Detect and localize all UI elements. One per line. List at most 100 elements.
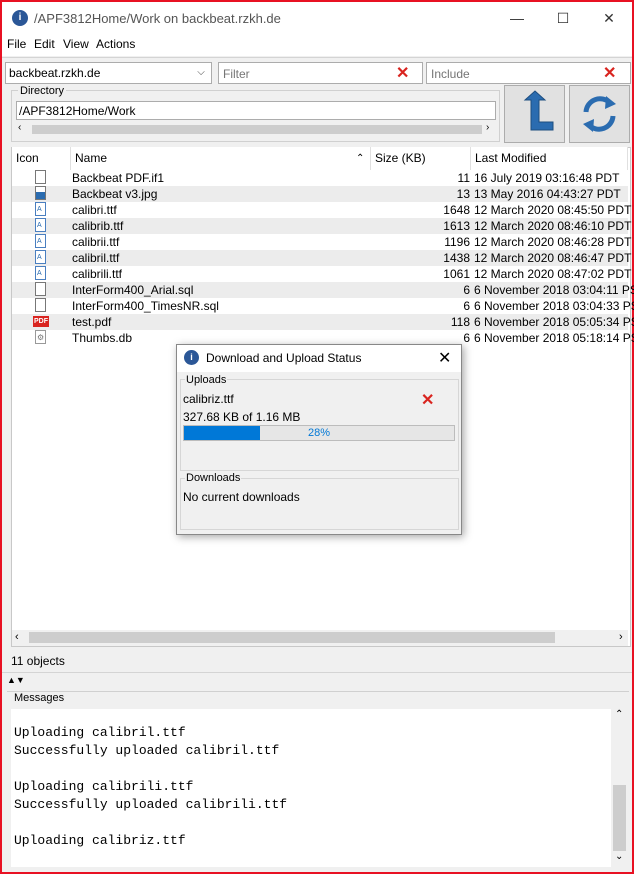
file-modified: 12 March 2020 08:45:50 PDT	[474, 203, 632, 217]
directory-scrollbar[interactable]: ‹ ›	[16, 122, 496, 136]
scroll-thumb[interactable]	[29, 632, 555, 643]
table-row[interactable]: Acalibril.ttf 1438 12 March 2020 08:46:47 …	[12, 250, 632, 266]
uploads-label: Uploads	[185, 374, 228, 386]
column-header-icon[interactable]: Icon	[12, 147, 71, 170]
file-modified: 6 November 2018 03:04:11 PST	[474, 283, 634, 297]
host-select-value: backbeat.rzkh.de	[9, 66, 101, 80]
message-line: Uploading calibrili.ttf	[14, 779, 194, 794]
file-name: calibrili.ttf	[72, 267, 123, 281]
scroll-down-icon[interactable]: ⌄	[615, 851, 623, 862]
object-count: 11 objects	[11, 654, 65, 668]
parent-directory-button[interactable]	[504, 85, 565, 143]
file-name: InterForm400_TimesNR.sql	[72, 299, 219, 313]
scroll-right-icon[interactable]: ›	[486, 122, 489, 133]
file-size: 118	[450, 315, 470, 329]
table-row[interactable]: InterForm400_Arial.sql 6 6 November 2018 0…	[12, 282, 634, 298]
scroll-left-icon[interactable]: ‹	[15, 631, 19, 643]
file-name: Backbeat v3.jpg	[72, 187, 158, 201]
downloads-status: No current downloads	[183, 490, 300, 504]
close-window-button[interactable]: ✕	[586, 2, 632, 34]
file-size: 1648	[443, 203, 470, 217]
divider	[2, 672, 632, 673]
menu-view[interactable]: View	[63, 37, 89, 51]
table-row[interactable]: Acalibri.ttf 1648 12 March 2020 08:45:50 P…	[12, 202, 632, 218]
system-file-icon: ⚙	[35, 330, 46, 344]
chevron-down-icon[interactable]: ⌵	[191, 63, 211, 83]
menu-file[interactable]: File	[7, 37, 26, 51]
upload-file-name: calibriz.ttf	[183, 392, 234, 406]
file-modified: 6 November 2018 03:04:33 PST	[474, 299, 634, 313]
column-header-name-label: Name	[75, 151, 108, 165]
directory-path-field[interactable]: /APF3812Home/Work	[16, 101, 496, 120]
include-input[interactable]	[429, 65, 593, 83]
file-size: 1438	[443, 251, 470, 265]
file-size: 6	[463, 283, 470, 297]
file-icon	[35, 282, 46, 296]
table-row[interactable]: Acalibrii.ttf 1196 12 March 2020 08:46:28 …	[12, 234, 631, 250]
message-line: Successfully uploaded calibrili.ttf	[14, 797, 288, 812]
minimize-button[interactable]: —	[494, 2, 540, 34]
scroll-thumb[interactable]	[32, 125, 482, 134]
column-header-size[interactable]: Size (KB)	[371, 147, 471, 170]
messages-log: Uploading calibril.ttf Successfully uplo…	[11, 709, 611, 867]
upload-progress-percent: 28%	[307, 427, 331, 439]
upload-progress-text: 327.68 KB of 1.16 MB	[183, 410, 301, 424]
file-size: 6	[463, 331, 470, 345]
column-header-name[interactable]: Name ⌃	[71, 147, 371, 170]
table-scrollbar[interactable]: ‹ ›	[12, 630, 628, 646]
sort-ascending-icon: ⌃	[356, 153, 365, 164]
maximize-button[interactable]: ☐	[540, 2, 586, 34]
filter-field[interactable]: ✕	[218, 62, 423, 84]
arrow-up-icon	[523, 90, 554, 131]
filter-input[interactable]	[221, 65, 385, 83]
table-row[interactable]: Backbeat PDF.if1 11 16 July 2019 03:16:48 …	[12, 170, 628, 186]
refresh-button[interactable]	[569, 85, 630, 143]
table-row[interactable]: PDF test.pdf 118 6 November 2018 05:05:34 P…	[12, 314, 634, 330]
scroll-right-icon[interactable]: ›	[619, 631, 623, 643]
file-modified: 16 July 2019 03:16:48 PDT	[474, 171, 620, 185]
file-size: 1196	[444, 235, 470, 249]
dialog-close-button[interactable]: ✕	[438, 348, 451, 368]
file-size: 13	[456, 187, 470, 201]
file-name: calibri.ttf	[72, 203, 117, 217]
cancel-upload-icon[interactable]: ✕	[421, 390, 434, 410]
splitter-arrows-icon[interactable]: ▲▼	[7, 675, 25, 685]
file-name: calibril.ttf	[72, 251, 120, 265]
scroll-left-icon[interactable]: ‹	[18, 122, 21, 133]
clear-filter-icon[interactable]: ✕	[396, 63, 409, 83]
scroll-thumb[interactable]	[613, 785, 626, 851]
file-modified: 12 March 2020 08:46:10 PDT	[474, 219, 632, 233]
file-icon	[35, 170, 46, 184]
upload-progress-bar: 28%	[183, 425, 455, 441]
file-name: InterForm400_Arial.sql	[72, 283, 194, 297]
table-row[interactable]: Backbeat v3.jpg 13 13 May 2016 04:43:27 PD…	[12, 186, 628, 202]
font-file-icon: A	[35, 250, 46, 264]
image-file-icon	[35, 186, 46, 200]
table-row[interactable]: Acalibrib.ttf 1613 12 March 2020 08:46:10 …	[12, 218, 632, 234]
clear-include-icon[interactable]: ✕	[603, 63, 616, 83]
file-modified: 13 May 2016 04:43:27 PDT	[474, 187, 621, 201]
app-window: i /APF3812Home/Work on backbeat.rzkh.de …	[0, 0, 634, 874]
directory-label: Directory	[18, 85, 67, 97]
file-modified: 6 November 2018 05:18:14 PST	[474, 331, 634, 345]
scroll-up-icon[interactable]: ⌃	[615, 709, 623, 720]
messages-label: Messages	[14, 692, 65, 704]
directory-path: /APF3812Home/Work	[19, 104, 136, 118]
menu-edit[interactable]: Edit	[34, 37, 55, 51]
divider	[2, 57, 632, 58]
window-title: /APF3812Home/Work on backbeat.rzkh.de	[34, 11, 281, 26]
table-row[interactable]: InterForm400_TimesNR.sql 6 6 November 2018…	[12, 298, 634, 314]
file-modified: 12 March 2020 08:46:47 PDT	[474, 251, 632, 265]
messages-scrollbar[interactable]: ⌃ ⌄	[611, 709, 628, 867]
file-name: test.pdf	[72, 315, 112, 329]
include-field[interactable]: ✕	[426, 62, 631, 84]
message-line: Uploading calibriz.ttf	[14, 833, 186, 848]
table-row[interactable]: Acalibrili.ttf 1061 12 March 2020 08:47:02…	[12, 266, 631, 282]
downloads-label: Downloads	[185, 472, 242, 484]
host-select[interactable]: backbeat.rzkh.de ⌵	[5, 62, 212, 84]
column-header-modified[interactable]: Last Modified	[471, 147, 628, 170]
file-icon	[35, 298, 46, 312]
file-name: Thumbs.db	[72, 331, 133, 345]
menu-actions[interactable]: Actions	[96, 37, 135, 51]
dialog-title: Download and Upload Status	[206, 351, 362, 365]
